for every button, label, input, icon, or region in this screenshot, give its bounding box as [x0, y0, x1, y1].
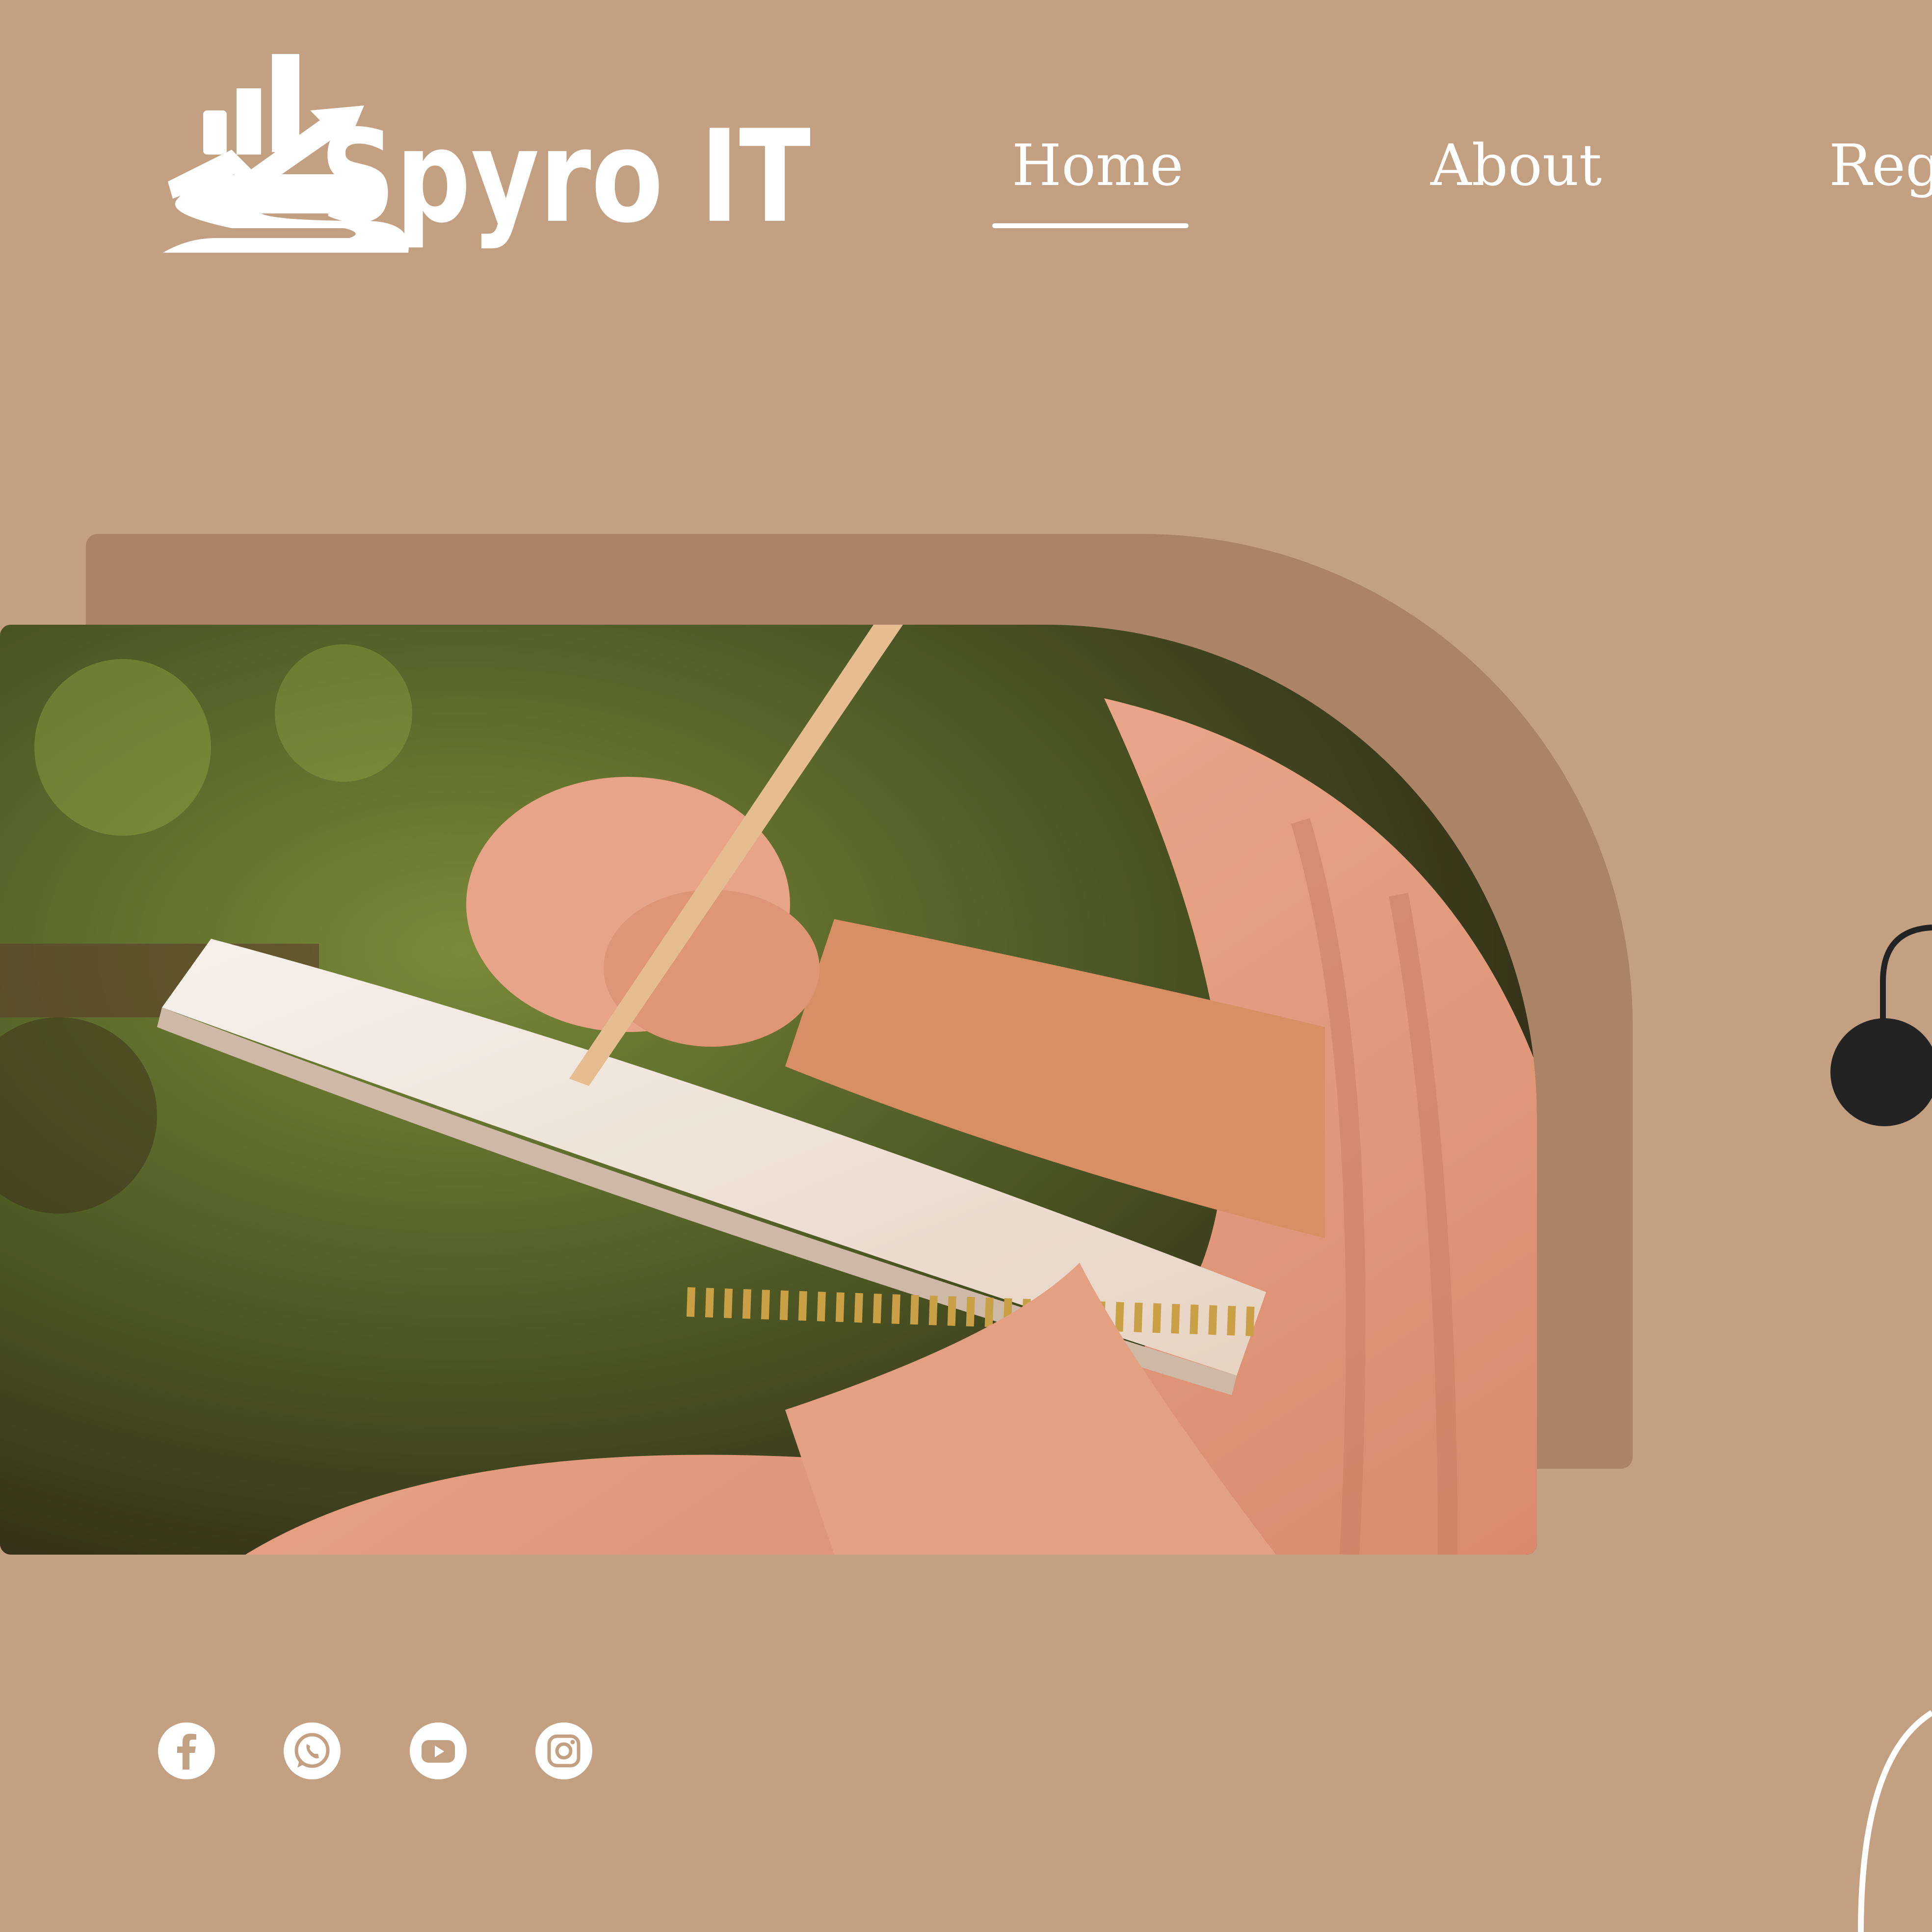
instagram-icon[interactable] [535, 1722, 592, 1779]
decorative-white-arc [1858, 1710, 1932, 1932]
nav-active-underline [992, 223, 1189, 228]
nav-item-home[interactable]: Home [1012, 132, 1184, 199]
nav-item-about[interactable]: About [1430, 132, 1602, 199]
photo-hand-writing-in-notebook [0, 625, 1537, 1555]
brand-name: Spyro IT [320, 103, 811, 251]
brand-logo[interactable]: Spyro IT [158, 52, 816, 253]
decorative-dark-circle [1830, 925, 1932, 1126]
facebook-icon[interactable] [158, 1722, 215, 1779]
youtube-icon[interactable] [410, 1722, 467, 1779]
hero-image [0, 625, 1537, 1555]
rising-bar-chart-arrow-icon: Spyro IT [163, 54, 811, 253]
whatsapp-icon[interactable] [284, 1722, 341, 1779]
nav-item-register[interactable]: Regi [1829, 132, 1932, 199]
